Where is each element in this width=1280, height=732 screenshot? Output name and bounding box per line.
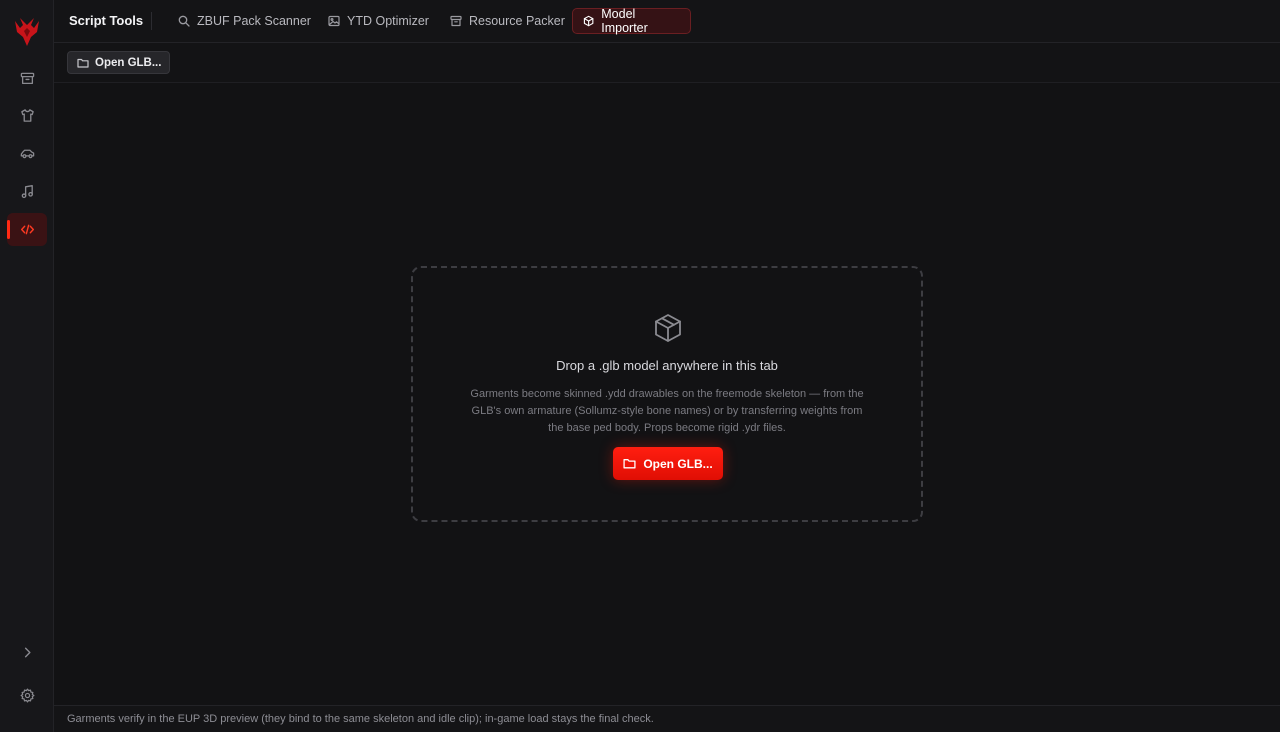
sidebar-expand-button[interactable] [7, 636, 47, 669]
tab-model-importer[interactable]: Model Importer [572, 7, 691, 35]
tab-zbuf-pack-scanner[interactable]: ZBUF Pack Scanner [168, 8, 321, 34]
code-icon [20, 224, 34, 235]
music-icon [21, 185, 33, 199]
sidebar-item-clothing[interactable] [7, 99, 47, 132]
image-icon [328, 15, 340, 27]
gear-icon [20, 688, 34, 703]
status-bar: Garments verify in the EUP 3D preview (t… [54, 705, 1280, 732]
archive-icon [20, 72, 34, 85]
cube-icon [583, 15, 594, 27]
sidebar-item-archive[interactable] [7, 62, 47, 95]
tab-ytd-optimizer[interactable]: YTD Optimizer [318, 8, 439, 34]
tab-resource-packer[interactable]: Resource Packer [440, 8, 575, 34]
search-icon [178, 15, 190, 27]
header: Script Tools ZBUF Pack Scanner YTD Optim… [54, 0, 1280, 43]
sidebar-item-vehicles[interactable] [7, 137, 47, 170]
settings-button[interactable] [7, 679, 47, 712]
folder-icon [623, 459, 636, 469]
app-window: Script Tools ZBUF Pack Scanner YTD Optim… [0, 0, 1280, 732]
page-title: Script Tools [69, 13, 144, 28]
open-glb-button[interactable]: Open GLB... [613, 447, 723, 480]
folder-icon [77, 58, 89, 68]
open-glb-toolbar-button[interactable]: Open GLB... [67, 51, 171, 74]
open-glb-button-label: Open GLB... [643, 456, 713, 471]
tab-label: Model Importer [601, 7, 648, 35]
sidebar-item-script-tools[interactable] [7, 213, 47, 246]
sidebar [0, 0, 54, 732]
glb-drop-zone[interactable]: Drop a .glb model anywhere in this tab G… [411, 266, 923, 522]
car-icon [20, 149, 34, 159]
drop-zone-title: Drop a .glb model anywhere in this tab [556, 358, 778, 373]
tab-label: Resource Packer [469, 14, 565, 28]
tab-label: ZBUF Pack Scanner [197, 14, 311, 28]
open-glb-label: Open GLB... [95, 56, 162, 69]
toolbar: Open GLB... [54, 43, 1280, 83]
divider [151, 12, 152, 30]
archive-icon [450, 15, 462, 27]
shirt-icon [20, 109, 34, 122]
chevron-right-icon [24, 647, 31, 658]
sidebar-item-audio[interactable] [7, 175, 47, 208]
tab-label: YTD Optimizer [347, 14, 429, 28]
app-logo [14, 15, 40, 47]
status-text: Garments verify in the EUP 3D preview (t… [67, 713, 654, 725]
cube-icon [655, 314, 681, 342]
drop-zone-description: Garments become skinned .ydd drawables o… [470, 388, 864, 434]
